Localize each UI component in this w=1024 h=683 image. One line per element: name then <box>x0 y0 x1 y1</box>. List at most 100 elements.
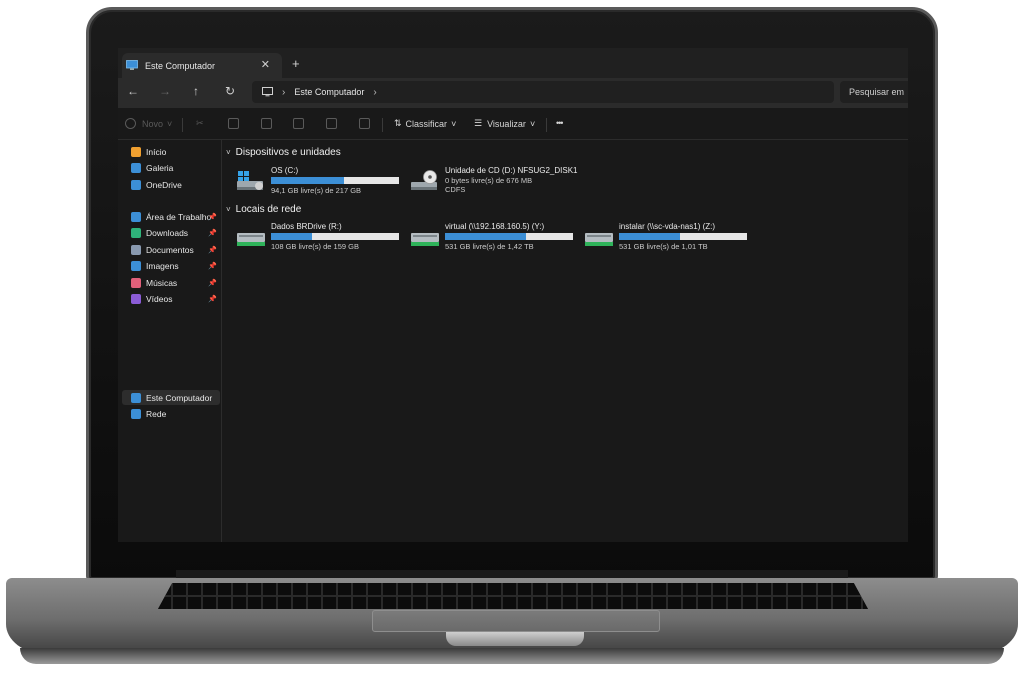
view-label: Visualizar <box>487 118 526 129</box>
network-group-title: Locais de rede <box>235 204 302 215</box>
network-drive-icon <box>237 233 265 246</box>
cd-drive-icon <box>411 170 437 190</box>
document-icon <box>131 244 141 255</box>
drive-name: OS (C:) <box>271 166 299 175</box>
cut-icon[interactable]: ✂ <box>196 118 204 129</box>
pin-icon[interactable]: 📌 <box>208 229 217 237</box>
rename-icon[interactable] <box>293 118 304 129</box>
laptop-keyboard <box>158 583 868 609</box>
drive-name: virtual (\\192.168.160.5) (Y:) <box>445 222 545 231</box>
more-options-icon[interactable]: ••• <box>556 118 564 128</box>
navigation-pane: Início Galeria OneDrive Área de Trabalho 📌 Do… <box>118 140 222 542</box>
desktop-icon <box>131 211 141 222</box>
drive-free-space: 94,1 GB livre(s) de 217 GB <box>271 186 362 195</box>
paste-icon[interactable] <box>261 118 272 129</box>
drive-os-c[interactable]: OS (C:) 94,1 GB livre(s) de 217 GB <box>236 166 406 202</box>
sidebar-item-area-de-trabalho[interactable]: Área de Trabalho 📌 <box>122 209 220 224</box>
sidebar-item-label: OneDrive <box>146 179 182 190</box>
refresh-icon[interactable]: ↻ <box>225 84 235 98</box>
chevron-down-icon: ˅ <box>226 148 231 157</box>
network-drive-z[interactable]: instalar (\\sc-vda-nas1) (Z:) 531 GB liv… <box>584 222 754 258</box>
sidebar-item-musicas[interactable]: Músicas 📌 <box>122 275 220 290</box>
devices-group-header[interactable]: ˅ Dispositivos e unidades <box>226 147 341 158</box>
new-button[interactable]: Novo ˅ <box>125 118 172 129</box>
sort-button[interactable]: ⇅ Classificar ˅ <box>394 118 456 129</box>
drive-usage-bar <box>271 177 399 184</box>
drive-name: Unidade de CD (D:) NFSUG2_DISK1 <box>445 166 578 175</box>
chevron-down-icon: ˅ <box>529 118 536 129</box>
sidebar-item-inicio[interactable]: Início <box>122 144 220 159</box>
download-icon <box>131 228 141 238</box>
divider <box>182 118 183 132</box>
network-icon <box>131 409 141 419</box>
sidebar-item-label: Documentos <box>146 244 194 255</box>
laptop-base-edge <box>20 648 1004 664</box>
sidebar-item-este-computador[interactable]: Este Computador <box>122 390 220 405</box>
sidebar-item-label: Imagens <box>146 261 179 271</box>
command-bar: Novo ˅ ✂ ⇅ Classificar ˅ ☰ Visualizar ˅ … <box>118 110 908 140</box>
drive-free-space: 0 bytes livre(s) de 676 MB <box>445 176 533 185</box>
sidebar-item-label: Rede <box>146 409 167 419</box>
sidebar-item-label: Vídeos <box>146 294 173 304</box>
cloud-icon <box>131 179 141 190</box>
up-icon[interactable]: ↑ <box>193 84 199 98</box>
sort-label: Classificar <box>405 118 448 129</box>
close-tab-icon[interactable]: ✕ <box>261 58 270 71</box>
drive-usage-bar <box>445 233 573 240</box>
chevron-down-icon: ˅ <box>167 118 173 129</box>
pin-icon[interactable]: 📌 <box>208 246 217 254</box>
forward-icon[interactable]: → <box>159 84 171 98</box>
laptop-notch <box>446 632 584 646</box>
breadcrumb-chevron-icon[interactable]: › <box>373 87 376 98</box>
drive-usage-bar <box>271 233 399 240</box>
navigation-bar: ← → ↑ ↻ › Este Computador › Pesquisar em <box>118 78 908 108</box>
pin-icon[interactable]: 📌 <box>208 262 217 270</box>
plus-circle-icon <box>125 118 136 129</box>
back-icon[interactable]: ← <box>127 84 139 98</box>
divider <box>382 118 383 132</box>
network-group-header[interactable]: ˅ Locais de rede <box>226 204 301 215</box>
tab-este-computador[interactable]: Este Computador ✕ <box>122 53 282 78</box>
sidebar-item-videos[interactable]: Vídeos 📌 <box>122 292 220 307</box>
sort-icon: ⇅ <box>394 118 402 128</box>
sidebar-item-downloads[interactable]: Downloads 📌 <box>122 226 220 241</box>
tab-title: Este Computador <box>145 60 216 71</box>
drive-name: Dados BRDrive (R:) <box>271 222 342 231</box>
sidebar-item-documentos[interactable]: Documentos 📌 <box>122 242 220 257</box>
pin-icon[interactable]: 📌 <box>208 213 217 221</box>
new-tab-button[interactable]: + <box>292 56 300 71</box>
breadcrumb-location[interactable]: Este Computador <box>294 87 364 97</box>
sidebar-item-label: Início <box>146 146 167 157</box>
drive-cd-d[interactable]: Unidade de CD (D:) NFSUG2_DISK1 0 bytes … <box>410 166 610 202</box>
sidebar-item-label: Músicas <box>146 277 178 288</box>
view-button[interactable]: ☰ Visualizar ˅ <box>474 118 535 129</box>
network-drive-r[interactable]: Dados BRDrive (R:) 108 GB livre(s) de 15… <box>236 222 406 258</box>
sidebar-item-galeria[interactable]: Galeria <box>122 161 220 176</box>
image-icon <box>131 261 141 271</box>
pin-icon[interactable]: 📌 <box>208 279 217 287</box>
drive-free-space: 108 GB livre(s) de 159 GB <box>271 242 359 251</box>
sidebar-item-label: Este Computador <box>146 392 213 403</box>
sidebar-item-rede[interactable]: Rede <box>122 407 220 422</box>
breadcrumb-chevron-icon: › <box>282 86 286 98</box>
divider <box>546 118 547 132</box>
search-input[interactable]: Pesquisar em <box>840 81 908 103</box>
sidebar-item-imagens[interactable]: Imagens 📌 <box>122 259 220 274</box>
gallery-icon <box>131 163 141 173</box>
drive-name: instalar (\\sc-vda-nas1) (Z:) <box>619 222 716 231</box>
title-bar: Este Computador ✕ + <box>118 48 908 78</box>
windows-drive-icon <box>237 171 263 190</box>
network-drive-y[interactable]: virtual (\\192.168.160.5) (Y:) 531 GB li… <box>410 222 580 258</box>
laptop-trackpad <box>372 610 660 632</box>
share-icon[interactable] <box>326 118 337 129</box>
delete-icon[interactable] <box>359 118 370 129</box>
network-drive-icon <box>585 233 613 246</box>
copy-icon[interactable] <box>228 118 239 129</box>
pin-icon[interactable]: 📌 <box>208 295 217 303</box>
sidebar-item-label: Galeria <box>146 163 174 173</box>
address-bar[interactable]: › Este Computador › <box>252 81 834 103</box>
computer-icon <box>131 392 141 403</box>
drive-filesystem: CDFS <box>445 185 466 194</box>
explorer-window: Este Computador ✕ + ← → ↑ ↻ › Este Compu… <box>118 48 908 542</box>
sidebar-item-onedrive[interactable]: OneDrive <box>122 177 220 192</box>
